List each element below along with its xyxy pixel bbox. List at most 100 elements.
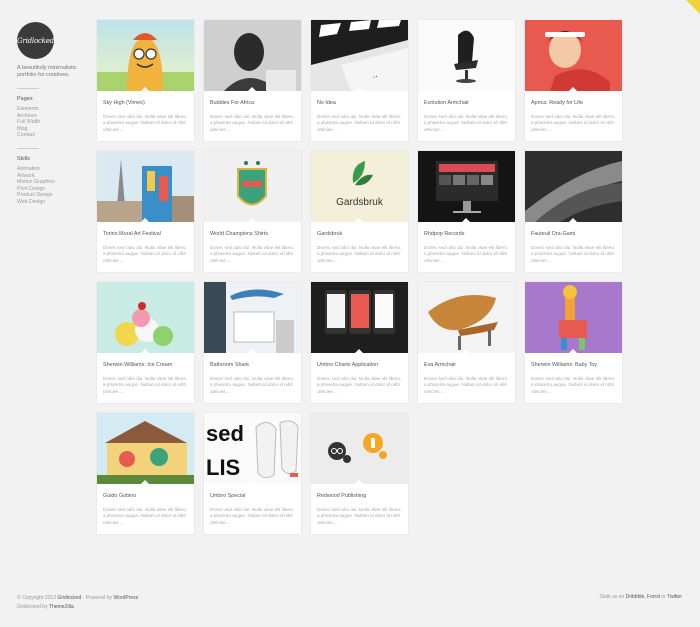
project-card[interactable]: Torino Mural Art Festival Donec sed odio… (97, 151, 194, 272)
project-card[interactable]: Umbro Charts Application Donec sed odio … (311, 282, 408, 403)
ice-cream-image (97, 282, 194, 353)
site-link[interactable]: Gridlocked (57, 595, 81, 601)
project-title[interactable]: Umbro Special (210, 493, 245, 499)
project-title[interactable]: Rhdpop Records (424, 231, 464, 237)
project-card[interactable]: Buddies For Africa Donec sed odio dui. N… (204, 20, 301, 141)
project-title[interactable]: World Champions Shirts (210, 231, 268, 237)
project-thumbnail[interactable] (311, 282, 408, 353)
project-thumbnail[interactable] (525, 20, 622, 91)
or-text: or (661, 594, 666, 600)
forrst-link[interactable]: Forrst (647, 594, 660, 600)
project-title[interactable]: Torino Mural Art Festival (103, 231, 161, 237)
project-card[interactable]: .. No Idea Donec sed odio dui. Nulla vit… (311, 20, 408, 141)
copyright-line: © Copyright 2013 Gridlocked · Powered by… (17, 594, 138, 603)
nav-item-contact[interactable]: Contact (17, 132, 85, 139)
project-title[interactable]: Sky High (Vimeo) (103, 100, 145, 106)
nav-item-blog[interactable]: Blog (17, 126, 85, 133)
project-excerpt: Donec sed odio dui. Nulla vitae elit lib… (317, 114, 402, 132)
project-card[interactable]: Aprica: Ready for Life Donec sed odio du… (525, 20, 622, 141)
project-excerpt: Donec sed odio dui. Nulla vitae elit lib… (531, 245, 616, 263)
nav-item-full-width[interactable]: Full Width (17, 119, 85, 126)
sidebar: Gridlocked A beautifully minimalistic po… (17, 22, 85, 206)
project-card[interactable]: Redwood Publishing Donec sed odio dui. N… (311, 413, 408, 534)
twitter-link[interactable]: Twitter (667, 594, 682, 600)
project-excerpt: Donec sed odio dui. Nulla vitae elit lib… (424, 114, 509, 132)
project-excerpt: Donec sed odio dui. Nulla vitae elit lib… (210, 245, 295, 263)
armchair-image (454, 30, 478, 83)
project-thumbnail[interactable] (204, 20, 301, 91)
project-excerpt: Donec sed odio dui. Nulla vitae elit lib… (210, 507, 295, 525)
skill-item-print-design[interactable]: Print Design (17, 186, 85, 193)
skill-item-web-design[interactable]: Web Design (17, 199, 85, 206)
project-card[interactable]: Gardsbruk Gardsbruk Donec sed odio dui. … (311, 151, 408, 272)
follow-text: Stalk us on (599, 594, 625, 600)
skill-item-motion-graphics[interactable]: Motion Graphics (17, 179, 85, 186)
project-thumbnail[interactable] (418, 282, 515, 353)
project-card[interactable]: sed LIS Umbro Special Donec sed odio dui… (204, 413, 301, 534)
project-card[interactable]: Fauteuil Ora-Gami Donec sed odio dui. Nu… (525, 151, 622, 272)
project-title[interactable]: Redwood Publishing (317, 493, 366, 499)
mural-house-image (97, 413, 194, 484)
project-card[interactable]: Sherwin Williams: Baby Toy Donec sed odi… (525, 282, 622, 403)
project-title[interactable]: Buddies For Africa (210, 100, 254, 106)
nav-item-elements[interactable]: Elements (17, 106, 85, 113)
copyright-text: © Copyright 2013 (17, 595, 56, 601)
skill-item-product-design[interactable]: Product Design (17, 192, 85, 199)
project-thumbnail[interactable] (525, 282, 622, 353)
project-thumbnail[interactable] (97, 413, 194, 484)
typography-image: .. (311, 20, 408, 91)
redwood-branding-image (311, 413, 408, 484)
skill-item-animation[interactable]: Animation (17, 166, 85, 173)
project-title[interactable]: Aprica: Ready for Life (531, 100, 583, 106)
project-thumbnail[interactable] (97, 20, 194, 91)
project-card[interactable]: Rhdpop Records Donec sed odio dui. Nulla… (418, 151, 515, 272)
project-thumbnail[interactable]: sed LIS (204, 413, 301, 484)
project-card[interactable]: Guido Gobino Donec sed odio dui. Nulla v… (97, 413, 194, 534)
project-excerpt: Donec sed odio dui. Nulla vitae elit lib… (210, 114, 295, 132)
project-excerpt: Donec sed odio dui. Nulla vitae elit lib… (210, 376, 295, 394)
project-card[interactable]: Evolution Armchair Donec sed odio dui. N… (418, 20, 515, 141)
project-card[interactable]: Bathroom Shark Donec sed odio dui. Nulla… (204, 282, 301, 403)
credit-line: Gridlocked by ThemeZilla (17, 603, 138, 612)
project-thumbnail[interactable] (204, 151, 301, 222)
project-title[interactable]: Eva Armchair (424, 362, 456, 368)
mural-building-image (97, 151, 194, 222)
giraffe-toy-image (525, 282, 622, 353)
project-card[interactable]: Sherwin-Williams: Ice Cream Donec sed od… (97, 282, 194, 403)
project-thumbnail[interactable] (311, 413, 408, 484)
nav-item-archives[interactable]: Archives (17, 113, 85, 120)
project-title[interactable]: Sherwin Williams: Baby Toy (531, 362, 597, 368)
corner-ribbon[interactable] (686, 0, 700, 14)
project-thumbnail[interactable] (418, 20, 515, 91)
eva-armchair-image (428, 295, 498, 350)
project-title[interactable]: Sherwin-Williams: Ice Cream (103, 362, 172, 368)
project-title[interactable]: No Idea (317, 100, 336, 106)
powered-by-text: · Powered by (82, 595, 113, 601)
themezilla-link[interactable]: ThemeZilla (49, 604, 74, 610)
project-thumbnail[interactable]: .. (311, 20, 408, 91)
project-thumbnail[interactable] (97, 151, 194, 222)
site-logo[interactable]: Gridlocked (17, 22, 54, 59)
wordpress-link[interactable]: WordPress (114, 595, 139, 601)
project-card[interactable]: Sky High (Vimeo) Donec sed odio dui. Nul… (97, 20, 194, 141)
project-title[interactable]: Guido Gobino (103, 493, 136, 499)
project-thumbnail[interactable] (525, 151, 622, 222)
project-thumbnail[interactable] (97, 282, 194, 353)
phone-app-image (311, 282, 408, 353)
project-excerpt: Donec sed odio dui. Nulla vitae elit lib… (424, 245, 509, 263)
thumb-text-lis: LIS (206, 455, 240, 480)
project-excerpt: Donec sed odio dui. Nulla vitae elit lib… (317, 376, 402, 394)
child-photo-image (525, 20, 622, 91)
project-title[interactable]: Evolution Armchair (424, 100, 469, 106)
project-title[interactable]: Fauteuil Ora-Gami (531, 231, 575, 237)
project-card[interactable]: World Champions Shirts Donec sed odio du… (204, 151, 301, 272)
dribbble-link[interactable]: Dribbble (626, 594, 645, 600)
project-title[interactable]: Gardsbruk (317, 231, 342, 237)
project-title[interactable]: Bathroom Shark (210, 362, 249, 368)
project-thumbnail[interactable]: Gardsbruk (311, 151, 408, 222)
project-thumbnail[interactable] (418, 151, 515, 222)
project-thumbnail[interactable] (204, 282, 301, 353)
project-card[interactable]: Eva Armchair Donec sed odio dui. Nulla v… (418, 282, 515, 403)
project-title[interactable]: Umbro Charts Application (317, 362, 378, 368)
skill-item-artwork[interactable]: Artwork (17, 173, 85, 180)
